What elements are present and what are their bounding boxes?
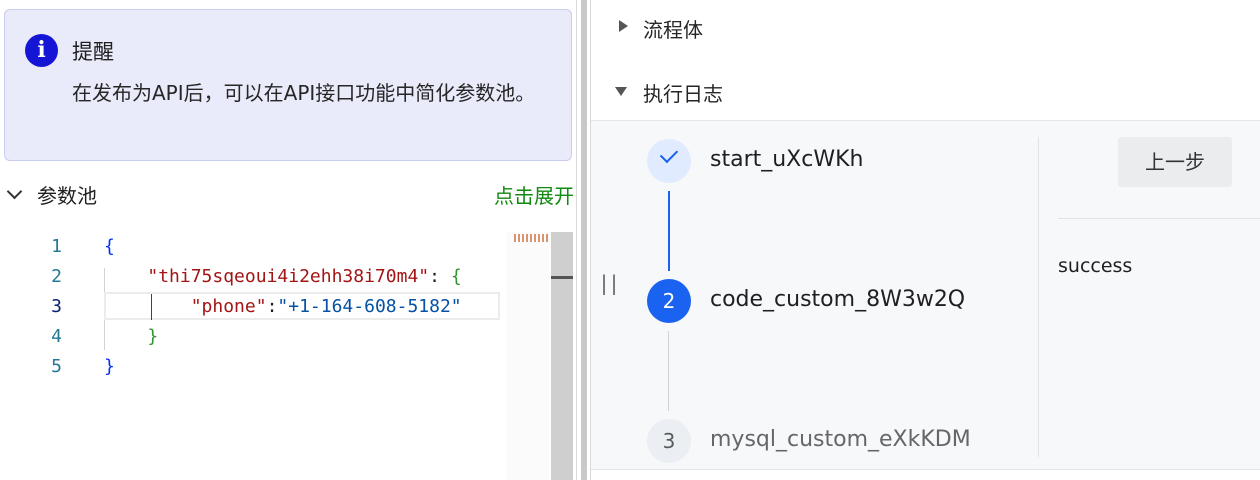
check-icon xyxy=(659,144,679,164)
step-2-status[interactable]: 2 xyxy=(647,279,691,323)
drag-handle-icon[interactable]: || xyxy=(598,271,620,295)
alert-title: 提醒 xyxy=(72,40,114,64)
line-number-gutter: 1 2 3 4 5 xyxy=(0,228,80,378)
code-minimap[interactable] xyxy=(506,232,550,480)
text-cursor xyxy=(151,294,152,320)
line-number: 1 xyxy=(51,236,62,257)
horizontal-divider xyxy=(1058,218,1260,219)
step-3-name[interactable]: mysql_custom_eXkKDM xyxy=(710,427,971,452)
code-line[interactable]: { xyxy=(104,228,504,258)
info-icon: i xyxy=(25,34,58,67)
expand-link[interactable]: 点击展开 xyxy=(494,180,574,209)
code-line[interactable]: } xyxy=(104,318,504,348)
code-line[interactable]: "thi75sqeoui4i2ehh38i70m4": { xyxy=(104,258,504,288)
code-content[interactable]: { "thi75sqeoui4i2ehh38i70m4": { "phone":… xyxy=(104,228,504,378)
section-label: 流程体 xyxy=(643,18,703,42)
step-3-status[interactable]: 3 xyxy=(647,419,691,463)
alert-message: 在发布为API后，可以在API接口功能中简化参数池。 xyxy=(72,81,536,105)
caret-right-icon[interactable] xyxy=(619,20,628,32)
param-pool-title: 参数池 xyxy=(37,184,97,208)
execution-log: || start_uXcWKh 2 code_custom_8W3w2Q 3 m… xyxy=(591,120,1260,470)
step-connector xyxy=(668,331,669,411)
panel-splitter[interactable] xyxy=(576,0,591,480)
code-token: : xyxy=(429,266,451,287)
step-detail: 上一步 success xyxy=(1039,121,1260,469)
step-2-name[interactable]: code_custom_8W3w2Q xyxy=(710,287,965,312)
code-token: "thi75sqeoui4i2ehh38i70m4" xyxy=(147,266,430,287)
minimap-preview xyxy=(514,234,548,242)
scrollbar-thumb[interactable] xyxy=(551,276,573,279)
right-panel: 流程体 执行日志 || start_uXcWKh 2 code_custom_8… xyxy=(591,0,1260,480)
line-number: 4 xyxy=(51,326,62,347)
section-flow-body[interactable]: 流程体 xyxy=(591,6,1260,46)
section-label: 执行日志 xyxy=(643,82,723,106)
caret-down-icon[interactable] xyxy=(615,87,627,96)
json-editor[interactable]: 1 2 3 4 5 { "thi75sqeoui4i2ehh38i70m4": … xyxy=(0,228,576,480)
step-result: success xyxy=(1058,255,1133,277)
info-alert: i 提醒 在发布为API后，可以在API接口功能中简化参数池。 xyxy=(4,9,572,161)
previous-step-button[interactable]: 上一步 xyxy=(1118,137,1232,187)
step-1-status[interactable] xyxy=(647,139,691,183)
line-number: 5 xyxy=(51,356,62,377)
chevron-down-icon[interactable] xyxy=(6,183,23,200)
code-token: "+1-164-608-5182" xyxy=(277,296,462,317)
vertical-scrollbar[interactable] xyxy=(551,232,573,480)
code-line[interactable]: "phone":"+1-164-608-5182" xyxy=(104,288,504,318)
code-token: { xyxy=(450,266,462,287)
left-panel: i 提醒 在发布为API后，可以在API接口功能中简化参数池。 参数池 点击展开… xyxy=(0,0,576,480)
splitter-bar[interactable] xyxy=(581,0,587,480)
code-token: { xyxy=(104,236,115,257)
code-token: } xyxy=(104,356,115,377)
section-exec-log[interactable]: 执行日志 xyxy=(591,70,1260,110)
step-list: || start_uXcWKh 2 code_custom_8W3w2Q 3 m… xyxy=(591,121,1038,469)
step-connector xyxy=(668,191,670,271)
line-number: 2 xyxy=(51,266,62,287)
code-token: } xyxy=(147,326,159,347)
code-line[interactable]: } xyxy=(104,348,504,378)
line-number: 3 xyxy=(51,296,62,317)
code-token: "phone" xyxy=(190,296,267,317)
step-1-name[interactable]: start_uXcWKh xyxy=(710,147,863,172)
code-token: : xyxy=(266,296,278,317)
param-pool-header[interactable]: 参数池 点击展开 xyxy=(0,172,576,214)
